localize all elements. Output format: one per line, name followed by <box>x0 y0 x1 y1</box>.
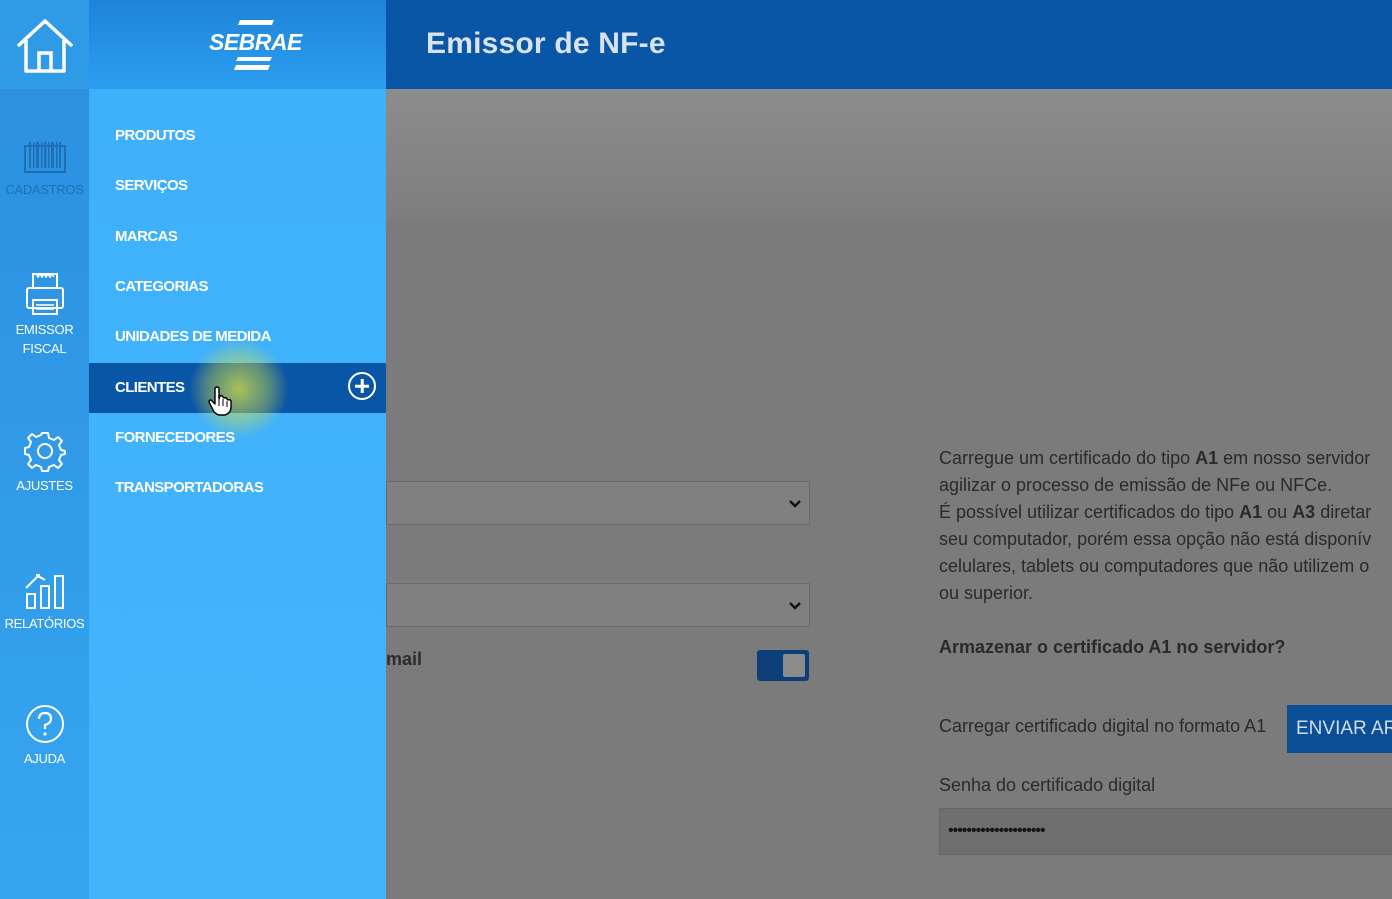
logo-area[interactable]: SEBRAE <box>89 0 386 89</box>
sebrae-logo-text: SEBRAE <box>209 29 302 55</box>
rail-item-relatorios[interactable]: RELATÓRIOS <box>0 570 89 633</box>
rail-item-emissor-fiscal[interactable]: EMISSOR FISCAL <box>0 272 89 358</box>
rail-item-label: RELATÓRIOS <box>4 616 85 631</box>
cadastros-submenu: PRODUTOS SERVIÇOS MARCAS CATEGORIAS UNID… <box>89 89 386 899</box>
select-dropdown-2[interactable] <box>386 583 810 627</box>
submenu-item-clientes[interactable]: CLIENTES <box>89 339 386 439</box>
certificate-password-input[interactable]: ••••••••••••••••••••• <box>939 808 1392 855</box>
gear-icon <box>23 432 66 472</box>
bar-chart-icon <box>24 574 64 609</box>
chevron-down-icon <box>789 602 801 610</box>
upload-certificate-label: Carregar certificado digital no formato … <box>939 716 1267 736</box>
submenu-item-categorias[interactable]: CATEGORIAS <box>89 262 386 312</box>
home-icon <box>16 18 73 73</box>
help-icon <box>25 705 64 743</box>
rail-item-label: AJUSTES <box>16 478 73 493</box>
upload-certificate-button[interactable]: ENVIAR AR <box>1287 705 1392 753</box>
submenu-item-fornecedores[interactable]: FORNECEDORES <box>89 413 386 463</box>
chevron-down-icon <box>789 500 801 508</box>
select-dropdown-1[interactable] <box>386 481 810 525</box>
email-label: mail <box>386 649 423 669</box>
submenu-item-produtos[interactable]: PRODUTOS <box>89 111 386 161</box>
app-title: Emissor de NF-e <box>426 27 666 60</box>
rail-item-ajuda[interactable]: AJUDA <box>0 703 89 768</box>
rail-item-label: AJUDA <box>23 751 66 766</box>
rail-item-label-line2: FISCAL <box>22 341 67 356</box>
toggle-knob <box>783 654 805 677</box>
submenu-item-label: CLIENTES <box>115 379 185 396</box>
printer-icon <box>25 272 64 315</box>
rail-item-label-line1: EMISSOR <box>15 322 74 337</box>
submenu-item-servicos[interactable]: SERVIÇOS <box>89 161 386 211</box>
store-certificate-question: Armazenar o certificado A1 no servidor? <box>939 637 1286 657</box>
email-toggle[interactable] <box>757 650 809 681</box>
home-button[interactable] <box>0 0 89 89</box>
certificate-password-label: Senha do certificado digital <box>939 775 1156 795</box>
hand-cursor-icon <box>208 386 232 416</box>
submenu-item-transportadoras[interactable]: TRANSPORTADORAS <box>89 463 386 513</box>
barcode-icon <box>23 142 66 173</box>
main-top-band <box>386 89 1392 222</box>
rail-item-label: CADASTROS <box>5 182 84 197</box>
certificate-info: Carregue um certificado do tipo A1 em no… <box>939 448 1372 603</box>
main-content: mail Carregue um certificado do tipo A1 … <box>386 89 1392 899</box>
top-header: SEBRAE Emissor de NF-e <box>89 0 1392 89</box>
rail-item-cadastros[interactable]: CADASTROS <box>0 140 89 199</box>
add-cliente-button[interactable] <box>348 372 376 400</box>
rail-item-ajustes[interactable]: AJUSTES <box>0 430 89 495</box>
icon-rail: CADASTROS EMISSOR FISCAL AJUSTES RELATÓR… <box>0 0 89 899</box>
submenu-item-marcas[interactable]: MARCAS <box>89 212 386 262</box>
